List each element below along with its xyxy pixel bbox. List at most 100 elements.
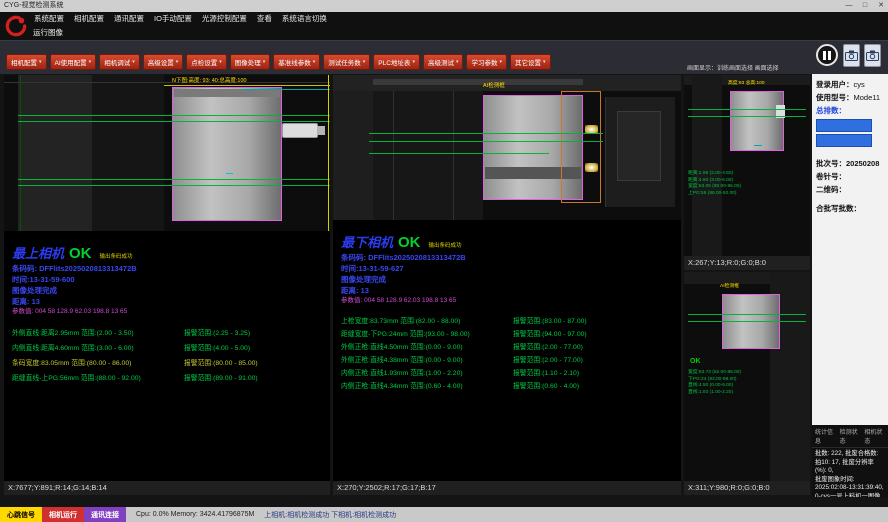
toolbar-button-ai-config[interactable]: AI使用配置▾	[50, 54, 97, 70]
toolbar-button-test-tasks[interactable]: 测试任务数▾	[323, 54, 370, 70]
overlay-label: AI检测框	[483, 81, 505, 89]
camera-title: 最上相机	[12, 246, 64, 261]
measure-line-green	[688, 314, 806, 315]
image-edge	[4, 82, 330, 83]
heartbeat-badge: 心跳信号	[0, 507, 42, 522]
bottom-camera-button[interactable]	[864, 44, 881, 67]
app-window: CYG-视觉检测系统 — □ ✕ 系统配置 相机配置 通讯配置 IO手动配置 光…	[0, 0, 888, 522]
measurement-row: 内侧正枪:直线1.93mm 范围:(1.00 - 2.20)报警范围:(1.10…	[341, 367, 673, 380]
guide-line	[20, 75, 21, 231]
toolbar-button-spot-check[interactable]: 点检设置▾	[186, 54, 227, 70]
close-button[interactable]: ✕	[876, 0, 886, 12]
status-bar: 心跳信号 相机运行 通讯连接 Cpu: 0.0% Memory: 3424.41…	[0, 507, 888, 522]
connector-tab	[282, 123, 318, 138]
measure-line-green	[369, 153, 549, 154]
menubar: 系统配置 相机配置 通讯配置 IO手动配置 光源控制配置 查看 系统语言切换	[0, 12, 888, 26]
measure-line-cyan	[242, 89, 330, 90]
detected-part	[172, 87, 282, 221]
dropdown-arrow-icon: ▾	[219, 59, 222, 65]
total-count-field-1[interactable]	[816, 119, 872, 132]
param-line: 参数值: 004 58 128.9 62.03 198.8 13 65	[12, 307, 322, 317]
image-region	[692, 75, 722, 256]
menu-item-io-config[interactable]: IO手动配置	[154, 12, 192, 26]
menu-item-camera-config[interactable]: 相机配置	[74, 12, 104, 26]
stats-line: 拍10: 17, 批废分辨率(%): 0,	[815, 459, 885, 476]
image-region	[92, 75, 164, 231]
measure-line-green	[18, 179, 330, 180]
overlay-label: 高度:93 总高:100	[728, 79, 765, 86]
pause-icon	[823, 51, 826, 60]
image-region	[333, 91, 373, 220]
measurement-row: 外侧正枪:直线4.38mm 范围:(0.00 - 9.00)报警范围:(2.00…	[341, 354, 673, 367]
model-select[interactable]: Mode11	[854, 93, 881, 102]
measure-line-yellow	[164, 85, 330, 86]
dropdown-arrow-icon: ▾	[39, 59, 42, 65]
toolbar-button-learning-params[interactable]: 学习参数▾	[466, 54, 507, 70]
measurement-row: 上枪宽度:83.73mm 范围:(82.00 - 88.00)报警范围:(83.…	[341, 315, 673, 328]
distance-text: 距离: 13	[12, 296, 322, 307]
result-ok: OK	[398, 234, 421, 251]
dropdown-arrow-icon: ▾	[132, 59, 135, 65]
camera-view-top[interactable]: N下图:高度: 93: 40:总高度:100	[4, 75, 330, 231]
toolbar-button-camera-config[interactable]: 相机配置▾	[6, 54, 47, 70]
distance-text: 距离: 13	[341, 285, 673, 296]
measurement-row: 内侧直线:距离4.60mm 范围:(3.00 - 6.00)报警范围:(4.00…	[12, 341, 322, 356]
tab-strip: 运行图像	[0, 26, 888, 40]
model-label: 使用型号：	[816, 93, 854, 102]
qr-label: 二维码：	[816, 183, 884, 196]
camera-view-bottom[interactable]: AI检测框	[333, 75, 681, 220]
measure-line-green	[688, 109, 806, 110]
camera-panel-bottom: AI检测框 最下相机OK输出条码成功 条码码: DFFlits202502081…	[333, 75, 681, 495]
stats-panel: 统计信息 检测状态 相机状态 批数: 222, 批废合格数: 拍10: 17, …	[812, 425, 888, 497]
measurement-row: 距缝直线-上PG:56mm 范围:(88.00 - 92.00)报警范围:(89…	[12, 371, 322, 386]
image-region	[18, 75, 92, 231]
process-status: 图像处理完成	[341, 274, 673, 285]
barcode-note: 输出条码成功	[429, 243, 462, 249]
menu-item-language[interactable]: 系统语言切换	[282, 12, 327, 26]
top-camera-button[interactable]	[843, 44, 860, 67]
measurement-row: 内侧正枪:直线4.34mm 范围:(0.60 - 4.00)报警范围:(0.60…	[341, 380, 673, 393]
camera-run-badge: 相机运行	[42, 507, 84, 522]
toolbar-button-advanced-test[interactable]: 高级测试▾	[423, 54, 464, 70]
needle-label: 卷针号：	[816, 170, 884, 183]
toolbar-button-advanced-settings[interactable]: 高级设置▾	[143, 54, 184, 70]
menu-item-view[interactable]: 查看	[257, 12, 272, 26]
measure-line-green	[369, 133, 603, 134]
camera-status-text: 上相机:相机检测成功 下相机:相机检测成功	[264, 507, 396, 522]
maximize-button[interactable]: □	[860, 0, 870, 12]
side-info-panel: 登录用户：cys 使用型号：Mode11 总排数： 批次号：20250208 卷…	[812, 74, 888, 425]
toolbar-button-baseline-params[interactable]: 基准线参数▾	[273, 54, 320, 70]
login-value: cys	[854, 80, 865, 89]
measure-tick-cyan	[226, 173, 233, 174]
overlay-label: N下图:高度: 93: 40:总高度:100	[172, 76, 247, 84]
toolbar-button-other-settings[interactable]: 其它设置▾	[510, 54, 551, 70]
thumb-result-ok: OK	[690, 358, 701, 365]
measure-line-green	[18, 185, 330, 186]
measure-line-green	[18, 115, 330, 116]
thumb-view-top[interactable]: 高度:93 总高:100 距离:2.95 (2.00-3.50) 距离:4.60…	[684, 75, 810, 256]
thumb-view-bottom[interactable]: AI检测框 OK 宽度:83.73 (82.00-88.00) 下PG:24 (…	[684, 272, 810, 481]
pause-button[interactable]	[816, 44, 838, 66]
measure-line-green	[688, 116, 806, 117]
total-count-field-2[interactable]	[816, 134, 872, 147]
view-selector-label[interactable]: 画面显示：训练画面选择 画面选择	[687, 63, 779, 72]
thumb-result-lines: 距离:2.95 (2.00-3.50) 距离:4.60 (3.00-6.00) …	[688, 171, 741, 197]
menu-item-comm-config[interactable]: 通讯配置	[114, 12, 144, 26]
toolbar-button-camera-debug[interactable]: 相机调试▾	[99, 54, 140, 70]
stats-tab-statistics[interactable]: 统计信息	[815, 427, 836, 445]
tab-run-image[interactable]: 运行图像	[33, 26, 63, 40]
menu-item-system-config[interactable]: 系统配置	[34, 12, 64, 26]
batch-code-value: 20250208	[846, 159, 879, 168]
toolbar-button-plc-address[interactable]: PLC地址表▾	[373, 54, 420, 70]
camera-info-top: 最上相机OK输出条码成功 条码码: DFFlits202502081331347…	[4, 231, 330, 386]
stats-tab-camera[interactable]: 相机状态	[864, 427, 885, 445]
app-logo-icon	[3, 13, 29, 39]
toolbar-button-image-processing[interactable]: 图像处理▾	[230, 54, 271, 70]
menu-item-light-config[interactable]: 光源控制配置	[202, 12, 247, 26]
minimize-button[interactable]: —	[844, 0, 854, 12]
stats-tab-detection[interactable]: 检测状态	[840, 427, 861, 445]
window-titlebar: CYG-视觉检测系统 — □ ✕	[0, 0, 888, 12]
thumb-result-lines: 宽度:83.73 (82.00-88.00) 下PG:24 (93.00-98.…	[688, 370, 741, 396]
measurement-row: 条码宽度:83.05mm 范围:(80.00 - 86.00)报警范围:(80.…	[12, 356, 322, 371]
machinery-block	[617, 111, 661, 181]
